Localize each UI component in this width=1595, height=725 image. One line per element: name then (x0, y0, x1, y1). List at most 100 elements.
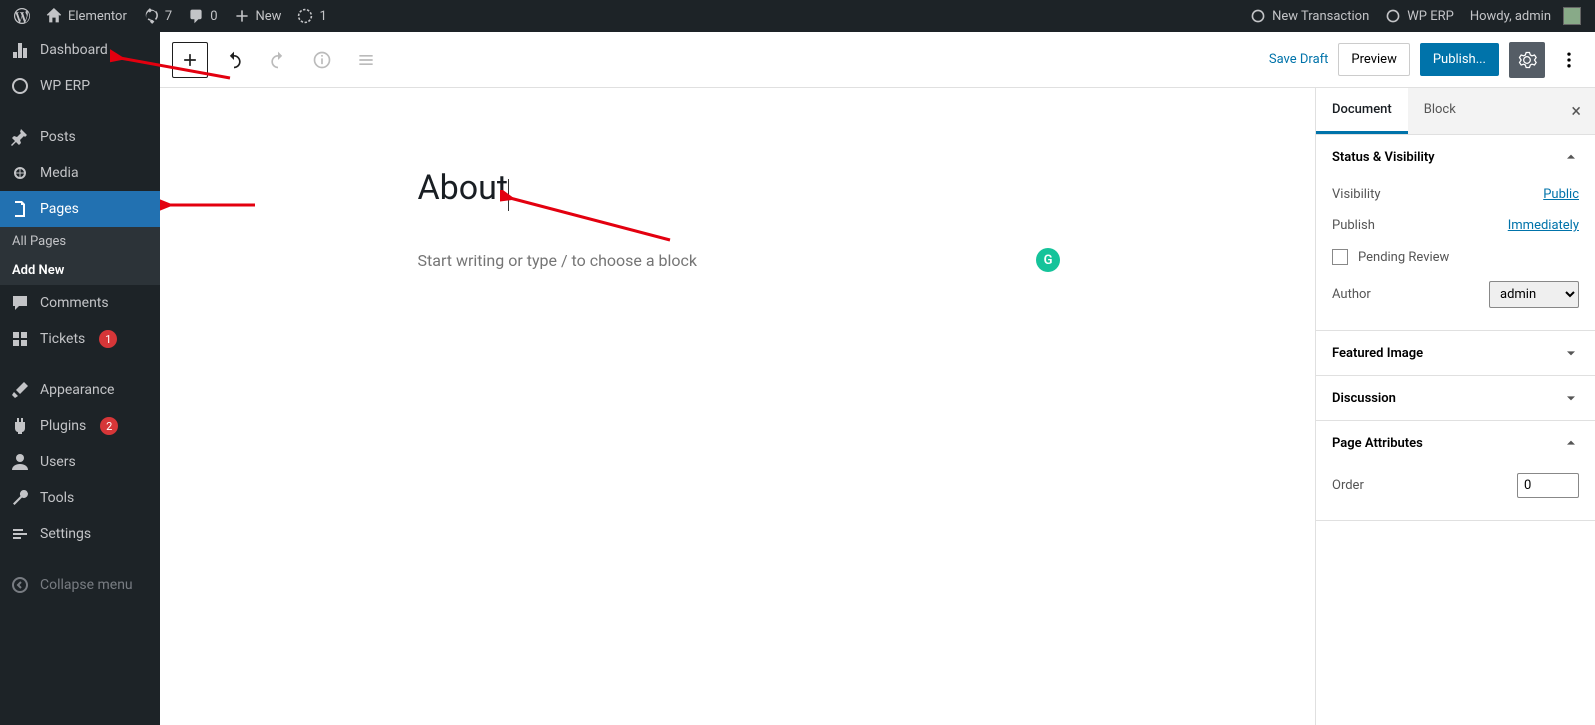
order-label: Order (1332, 478, 1364, 493)
pages-submenu: All Pages Add New (0, 227, 160, 285)
updates-icon (297, 8, 313, 24)
settings-toggle-button[interactable] (1509, 42, 1545, 78)
panel-discussion: Discussion (1316, 376, 1595, 421)
wordpress-icon (14, 8, 30, 24)
menu-pages[interactable]: Pages (0, 191, 160, 227)
pending-review-checkbox[interactable] (1332, 249, 1348, 265)
menu-dashboard[interactable]: Dashboard (0, 32, 160, 68)
panel-featured-image: Featured Image (1316, 331, 1595, 376)
redo-button[interactable] (260, 42, 296, 78)
comment-icon (188, 8, 204, 24)
plugin-icon (10, 416, 30, 436)
chevron-down-icon (1563, 390, 1579, 406)
home-icon (46, 8, 62, 24)
publish-value[interactable]: Immediately (1508, 218, 1579, 233)
editor: Save Draft Preview Publish... About Star… (160, 32, 1595, 725)
menu-wp-erp[interactable]: WP ERP (0, 68, 160, 104)
chevron-up-icon (1563, 149, 1579, 165)
menu-label: Settings (40, 526, 91, 542)
panel-status-visibility: Status & Visibility Visibility Public Pu… (1316, 135, 1595, 331)
submenu-all-pages[interactable]: All Pages (0, 227, 160, 256)
panel-toggle[interactable]: Featured Image (1316, 331, 1595, 375)
menu-tickets[interactable]: Tickets 1 (0, 321, 160, 357)
site-name[interactable]: Elementor (38, 0, 135, 32)
settings-tabs: Document Block × (1316, 88, 1595, 135)
wp-erp-top-label: WP ERP (1407, 9, 1454, 24)
editor-canvas[interactable]: About Start writing or type / to choose … (160, 88, 1315, 725)
brush-icon (10, 380, 30, 400)
comments-count: 0 (210, 9, 217, 24)
more-button[interactable] (1555, 42, 1583, 78)
howdy[interactable]: Howdy, admin (1462, 0, 1589, 32)
submenu-add-new[interactable]: Add New (0, 256, 160, 285)
author-select[interactable]: admin (1489, 281, 1579, 308)
chevron-up-icon (1563, 435, 1579, 451)
updates-count: 1 (319, 9, 326, 24)
publish-label: Publish (1332, 218, 1375, 233)
avatar-icon (1563, 7, 1581, 25)
visibility-value[interactable]: Public (1543, 187, 1579, 202)
user-icon (10, 452, 30, 472)
chevron-down-icon (1563, 345, 1579, 361)
menu-label: Pages (40, 201, 79, 217)
menu-label: Users (40, 454, 76, 470)
menu-label: Plugins (40, 418, 86, 434)
undo-button[interactable] (216, 42, 252, 78)
outline-button[interactable] (348, 42, 384, 78)
tab-block[interactable]: Block (1408, 88, 1472, 134)
tickets-icon (10, 329, 30, 349)
updates-item[interactable]: 1 (289, 0, 334, 32)
tab-document[interactable]: Document (1316, 88, 1408, 134)
wp-erp-top[interactable]: WP ERP (1377, 0, 1462, 32)
admin-bar: Elementor 7 0 New 1 New Transaction WP E… (0, 0, 1595, 32)
update-icon (143, 8, 159, 24)
menu-tools[interactable]: Tools (0, 480, 160, 516)
new-item[interactable]: New (226, 0, 290, 32)
refresh-count: 7 (165, 9, 172, 24)
order-input[interactable] (1517, 473, 1579, 498)
menu-label: Tickets (40, 331, 85, 347)
preview-button[interactable]: Preview (1338, 43, 1409, 76)
media-icon (10, 163, 30, 183)
visibility-label: Visibility (1332, 187, 1381, 202)
add-block-button[interactable] (172, 42, 208, 78)
erp-icon (10, 76, 30, 96)
refresh-item[interactable]: 7 (135, 0, 180, 32)
save-draft-button[interactable]: Save Draft (1269, 52, 1329, 67)
panel-toggle[interactable]: Status & Visibility (1316, 135, 1595, 179)
page-title-input[interactable]: About (418, 168, 509, 208)
menu-settings[interactable]: Settings (0, 516, 160, 552)
menu-label: WP ERP (40, 78, 90, 94)
new-transaction[interactable]: New Transaction (1242, 0, 1377, 32)
menu-posts[interactable]: Posts (0, 119, 160, 155)
pending-review-label: Pending Review (1358, 250, 1449, 265)
pin-icon (10, 127, 30, 147)
block-placeholder[interactable]: Start writing or type / to choose a bloc… (418, 251, 1058, 270)
menu-media[interactable]: Media (0, 155, 160, 191)
panel-toggle[interactable]: Page Attributes (1316, 421, 1595, 465)
collapse-icon (10, 575, 30, 595)
panel-title: Discussion (1332, 391, 1396, 406)
publish-button[interactable]: Publish... (1420, 43, 1499, 76)
menu-collapse[interactable]: Collapse menu (0, 567, 160, 603)
menu-label: Dashboard (40, 42, 108, 58)
erp-icon (1385, 8, 1401, 24)
wp-logo[interactable] (6, 0, 38, 32)
grammarly-icon[interactable]: G (1036, 248, 1060, 272)
menu-users[interactable]: Users (0, 444, 160, 480)
info-button[interactable] (304, 42, 340, 78)
menu-plugins[interactable]: Plugins 2 (0, 408, 160, 444)
menu-appearance[interactable]: Appearance (0, 372, 160, 408)
text-cursor (508, 179, 509, 211)
menu-label: Comments (40, 295, 109, 311)
menu-comments[interactable]: Comments (0, 285, 160, 321)
comments-item[interactable]: 0 (180, 0, 225, 32)
howdy-label: Howdy, admin (1470, 9, 1551, 24)
panel-title: Page Attributes (1332, 436, 1423, 451)
author-label: Author (1332, 287, 1371, 302)
panel-toggle[interactable]: Discussion (1316, 376, 1595, 420)
menu-label: Tools (40, 490, 74, 506)
comment-icon (10, 293, 30, 313)
close-panel-button[interactable]: × (1557, 101, 1595, 122)
panel-page-attributes: Page Attributes Order (1316, 421, 1595, 521)
